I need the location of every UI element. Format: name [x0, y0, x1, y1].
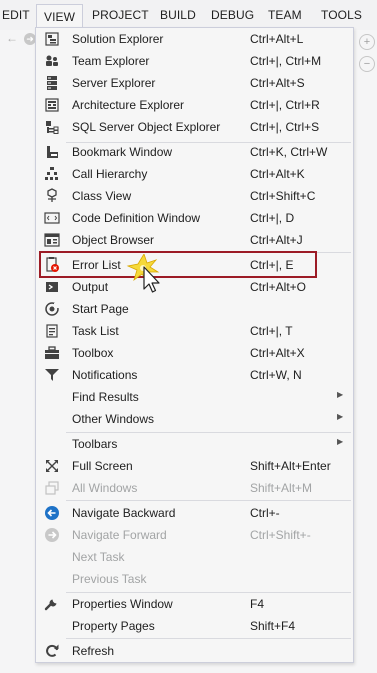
error-list-highlight-box: [39, 251, 317, 278]
toolbar-left: ← ➜: [0, 31, 36, 51]
architecture-explorer-icon: [44, 97, 60, 113]
all-windows-icon: [44, 480, 60, 496]
menu-item-object-browser[interactable]: Object Browser Ctrl+Alt+J: [36, 229, 353, 251]
notifications-icon: [44, 367, 60, 383]
menu-build[interactable]: BUILD: [160, 8, 196, 22]
menu-item-next-task: Next Task: [72, 550, 125, 564]
menu-item-refresh[interactable]: Refresh: [36, 640, 353, 662]
bookmark-icon: [44, 144, 60, 160]
submenu-arrow-icon: ▶: [337, 390, 344, 399]
toolbox-icon: [44, 345, 60, 361]
menu-item-previous-task: Previous Task: [72, 572, 147, 586]
menu-item-toolbars[interactable]: Toolbars ▶: [36, 433, 353, 455]
submenu-arrow-icon: ▶: [337, 437, 344, 446]
solution-explorer-icon: [44, 31, 60, 47]
zoom-out-icon[interactable]: −: [359, 56, 375, 72]
submenu-arrow-icon: ▶: [337, 412, 344, 421]
menu-item-notifications[interactable]: Notifications Ctrl+W, N: [36, 364, 353, 386]
menu-item-toolbox[interactable]: Toolbox Ctrl+Alt+X: [36, 342, 353, 364]
menu-item-bookmark-window[interactable]: Bookmark Window Ctrl+K, Ctrl+W: [36, 141, 353, 163]
team-explorer-icon: [44, 53, 60, 69]
menu-bar: EDIT VIEW PROJECT BUILD DEBUG TEAM TOOLS: [0, 0, 377, 30]
start-page-icon: [44, 301, 60, 317]
menu-view[interactable]: VIEW: [36, 4, 84, 29]
code-definition-icon: [44, 210, 60, 226]
output-icon: [44, 279, 60, 295]
navigate-forward-icon: [44, 527, 60, 543]
refresh-icon: [44, 643, 60, 659]
back-arrow-icon[interactable]: ←: [6, 31, 18, 45]
menu-item-start-page[interactable]: Start Page: [36, 298, 353, 320]
full-screen-icon: [44, 458, 60, 474]
separator: [66, 638, 351, 639]
menu-project[interactable]: PROJECT: [92, 8, 149, 22]
menu-edit[interactable]: EDIT: [2, 8, 30, 22]
menu-item-find-results[interactable]: Find Results ▶: [36, 386, 353, 408]
menu-tools[interactable]: TOOLS: [321, 8, 362, 22]
menu-item-sql-server-object-explorer[interactable]: SQL Server Object Explorer Ctrl+|, Ctrl+…: [36, 116, 353, 138]
menu-item-navigate-forward: Navigate Forward Ctrl+Shift+-: [36, 524, 353, 546]
menu-team[interactable]: TEAM: [268, 8, 302, 22]
mouse-cursor-icon: [126, 254, 160, 293]
toolbar-right: + −: [356, 26, 377, 76]
menu-item-properties-window[interactable]: Properties Window F4: [36, 593, 353, 615]
menu-item-output[interactable]: Output Ctrl+Alt+O: [36, 276, 353, 298]
server-explorer-icon: [44, 75, 60, 91]
menu-item-code-definition-window[interactable]: Code Definition Window Ctrl+|, D: [36, 207, 353, 229]
task-list-icon: [44, 323, 60, 339]
object-browser-icon: [44, 232, 60, 248]
menu-item-call-hierarchy[interactable]: Call Hierarchy Ctrl+Alt+K: [36, 163, 353, 185]
menu-item-full-screen[interactable]: Full Screen Shift+Alt+Enter: [36, 455, 353, 477]
menu-item-task-list[interactable]: Task List Ctrl+|, T: [36, 320, 353, 342]
menu-item-server-explorer[interactable]: Server Explorer Ctrl+Alt+S: [36, 72, 353, 94]
menu-item-other-windows[interactable]: Other Windows ▶: [36, 408, 353, 430]
navigate-backward-icon: [44, 505, 60, 521]
menu-item-solution-explorer[interactable]: Solution Explorer Ctrl+Alt+L: [36, 28, 353, 50]
menu-item-team-explorer[interactable]: Team Explorer Ctrl+|, Ctrl+M: [36, 50, 353, 72]
class-view-icon: [44, 188, 60, 204]
menu-item-property-pages[interactable]: Property Pages Shift+F4: [36, 615, 353, 637]
separator: [66, 500, 351, 501]
call-hierarchy-icon: [44, 166, 60, 182]
view-menu-dropdown: Solution Explorer Ctrl+Alt+L Team Explor…: [35, 27, 354, 663]
menu-item-class-view[interactable]: Class View Ctrl+Shift+C: [36, 185, 353, 207]
sql-server-icon: [44, 119, 60, 135]
zoom-in-icon[interactable]: +: [359, 34, 375, 50]
menu-item-navigate-backward[interactable]: Navigate Backward Ctrl+-: [36, 502, 353, 524]
wrench-icon: [44, 596, 60, 612]
menu-item-all-windows: All Windows Shift+Alt+M: [36, 477, 353, 499]
menu-item-architecture-explorer[interactable]: Architecture Explorer Ctrl+|, Ctrl+R: [36, 94, 353, 116]
menu-debug[interactable]: DEBUG: [211, 8, 254, 22]
